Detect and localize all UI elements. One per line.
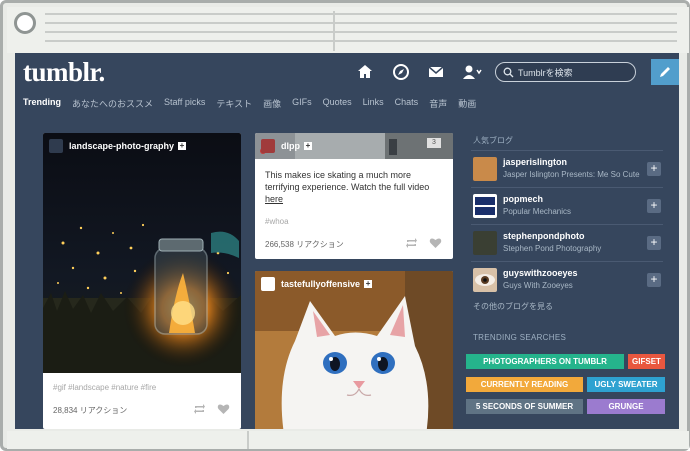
like-heart-icon[interactable] bbox=[429, 237, 442, 249]
video-link[interactable]: here bbox=[265, 194, 283, 204]
post-header: tastefullyoffensive + bbox=[255, 271, 453, 297]
blog-subtitle: Stephen Pond Photography bbox=[503, 244, 602, 253]
tab-trending[interactable]: Trending bbox=[23, 97, 61, 111]
tab-chats[interactable]: Chats bbox=[395, 97, 419, 111]
blog-name[interactable]: jasperislington bbox=[503, 157, 567, 167]
mail-icon[interactable] bbox=[427, 63, 445, 81]
post-body: This makes ice skating a much more terri… bbox=[265, 169, 445, 205]
compose-button[interactable] bbox=[651, 59, 679, 85]
blog-subtitle: Guys With Zooeyes bbox=[503, 281, 573, 290]
tab-recommended[interactable]: あなたへのおススメ bbox=[72, 97, 153, 111]
trending-search-ugly-sweater[interactable]: UGLY SWEATER bbox=[587, 377, 665, 392]
window-bottom-bar bbox=[7, 431, 689, 449]
blog-popmech[interactable]: popmech Popular Mechanics + bbox=[471, 187, 663, 224]
blog-name[interactable]: guyswithzooeyes bbox=[503, 268, 578, 278]
blog-guyswithzooeyes[interactable]: guyswithzooeyes Guys With Zooeyes + bbox=[471, 261, 663, 298]
post-notes[interactable]: 266,538 リアクション bbox=[265, 239, 344, 250]
post-username[interactable]: dlpp bbox=[281, 141, 300, 151]
blog-avatar[interactable] bbox=[473, 157, 497, 181]
post-tags[interactable]: #gif #landscape #nature #fire bbox=[53, 383, 156, 392]
avatar[interactable] bbox=[261, 139, 275, 153]
video-count-badge: 3 bbox=[427, 138, 441, 148]
follow-blog-button[interactable]: + bbox=[647, 199, 661, 213]
explore-tabs: Trending あなたへのおススメ Staff picks テキスト 画像 G… bbox=[23, 97, 476, 111]
search-box[interactable] bbox=[495, 62, 636, 82]
blog-avatar[interactable] bbox=[473, 194, 497, 218]
blog-avatar[interactable] bbox=[473, 231, 497, 255]
popular-blogs-title: 人気ブログ bbox=[473, 136, 513, 145]
blog-avatar[interactable] bbox=[473, 268, 497, 292]
follow-blog-button[interactable]: + bbox=[647, 273, 661, 287]
eye-icon bbox=[475, 274, 495, 286]
tab-text[interactable]: テキスト bbox=[216, 97, 252, 111]
home-icon[interactable] bbox=[356, 63, 374, 81]
post-cat: tastefullyoffensive + bbox=[255, 271, 453, 429]
popmech-logo-icon bbox=[475, 197, 495, 215]
compass-icon[interactable] bbox=[392, 63, 410, 81]
pencil-icon bbox=[660, 67, 670, 77]
window-top-bar bbox=[7, 7, 689, 53]
post-username[interactable]: landscape-photo-graphy bbox=[69, 141, 174, 151]
tab-staff-picks[interactable]: Staff picks bbox=[164, 97, 205, 111]
tab-audio[interactable]: 音声 bbox=[429, 97, 447, 111]
post-notes[interactable]: 28,834 リアクション bbox=[53, 405, 127, 416]
reblog-icon[interactable] bbox=[405, 237, 418, 249]
device-frame: tumblr. Tumblrを検索 Trending あなたへのおススメ Sta… bbox=[0, 0, 690, 451]
more-blogs-link[interactable]: その他のブログを見る bbox=[473, 301, 553, 312]
search-icon bbox=[503, 67, 514, 78]
trending-search-5sos[interactable]: 5 SECONDS OF SUMMER bbox=[466, 399, 583, 414]
trending-searches-title: TRENDING SEARCHES bbox=[473, 333, 567, 342]
search-input[interactable] bbox=[516, 65, 630, 81]
tab-gifs[interactable]: GIFs bbox=[292, 97, 312, 111]
follow-blog-button[interactable]: + bbox=[647, 236, 661, 250]
tumblr-screen: tumblr. Tumblrを検索 Trending あなたへのおススメ Sta… bbox=[15, 53, 679, 429]
trending-search-photographers[interactable]: PHOTOGRAPHERS ON TUMBLR bbox=[466, 354, 624, 369]
avatar[interactable] bbox=[49, 139, 63, 153]
tab-photos[interactable]: 画像 bbox=[263, 97, 281, 111]
post-image-fireflies-jar[interactable] bbox=[43, 133, 241, 373]
trending-search-currently-reading[interactable]: CURRENTLY READING bbox=[466, 377, 583, 392]
follow-icon[interactable]: + bbox=[178, 142, 187, 150]
post-tags[interactable]: #whoa bbox=[265, 217, 289, 226]
post-username[interactable]: tastefullyoffensive bbox=[281, 279, 360, 289]
top-navigation: tumblr. bbox=[15, 53, 679, 91]
follow-icon[interactable]: + bbox=[304, 142, 312, 150]
blog-subtitle: Popular Mechanics bbox=[503, 207, 572, 216]
post-header: landscape-photo-graphy + bbox=[43, 133, 241, 159]
tumblr-logo[interactable]: tumblr. bbox=[23, 57, 105, 88]
reblog-icon[interactable] bbox=[193, 403, 206, 415]
blog-subtitle: Jasper Islington Presents: Me So Cute bbox=[503, 170, 640, 179]
avatar[interactable] bbox=[261, 277, 275, 291]
account-icon[interactable] bbox=[461, 63, 483, 81]
follow-icon[interactable]: + bbox=[364, 280, 373, 288]
blog-name[interactable]: stephenpondphoto bbox=[503, 231, 584, 241]
post-header: dlpp + bbox=[255, 133, 453, 159]
blog-stephenpondphoto[interactable]: stephenpondphoto Stephen Pond Photograph… bbox=[471, 224, 663, 261]
blog-name[interactable]: popmech bbox=[503, 194, 543, 204]
tab-video[interactable]: 動画 bbox=[458, 97, 476, 111]
post-landscape: landscape-photo-graphy + #gif #landscape… bbox=[43, 133, 241, 429]
trending-search-gifset[interactable]: GIFSET bbox=[628, 354, 665, 369]
post-text: This makes ice skating a much more terri… bbox=[265, 170, 430, 192]
like-heart-icon[interactable] bbox=[217, 403, 230, 415]
post-dlpp: dlpp + 3 This makes ice skating a much m… bbox=[255, 133, 453, 259]
follow-blog-button[interactable]: + bbox=[647, 162, 661, 176]
tab-quotes[interactable]: Quotes bbox=[323, 97, 352, 111]
trending-search-grunge[interactable]: GRUNGE bbox=[587, 399, 665, 414]
tab-links[interactable]: Links bbox=[363, 97, 384, 111]
blog-jasperislington[interactable]: jasperislington Jasper Islington Present… bbox=[471, 150, 663, 187]
window-button[interactable] bbox=[14, 12, 36, 34]
